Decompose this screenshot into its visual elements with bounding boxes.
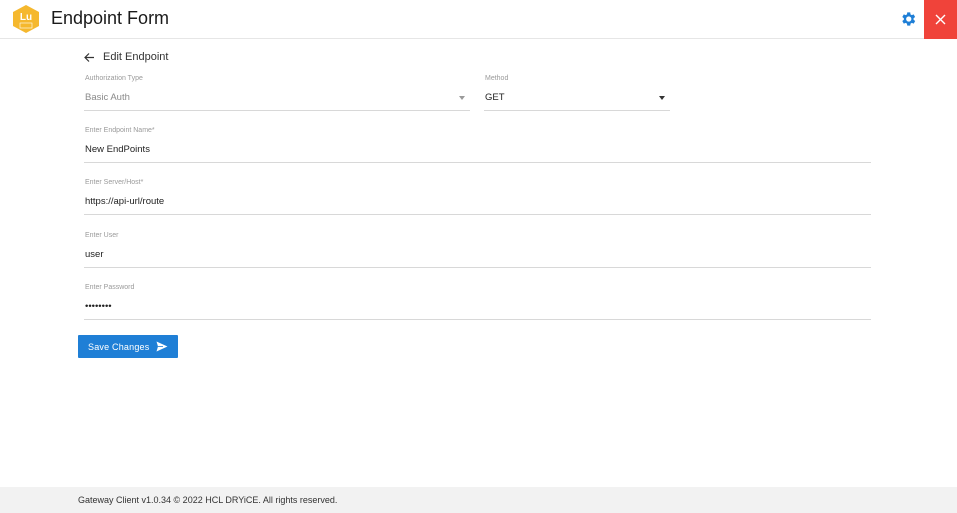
endpoint-name-value: New EndPoints — [85, 144, 150, 155]
divider — [84, 162, 871, 163]
divider — [484, 110, 670, 111]
send-icon — [156, 341, 168, 352]
footer-copyright: Gateway Client v1.0.34 © 2022 HCL DRYiCE… — [78, 495, 338, 505]
gear-icon[interactable] — [899, 10, 917, 28]
close-button[interactable] — [924, 0, 957, 39]
password-label: Enter Password — [85, 284, 135, 291]
save-changes-button[interactable]: Save Changes — [78, 335, 178, 358]
endpoint-name-label: Enter Endpoint Name* — [85, 127, 155, 134]
user-label: Enter User — [85, 232, 119, 239]
auth-type-value: Basic Auth — [85, 92, 130, 103]
app-logo-text: Lu — [20, 12, 32, 23]
divider — [84, 267, 871, 268]
save-changes-label: Save Changes — [88, 341, 150, 352]
chevron-down-icon — [459, 96, 465, 100]
title-bar: Lu Endpoint Form — [0, 0, 957, 39]
server-host-value: https://api-url/route — [85, 196, 165, 207]
back-button[interactable]: Edit Endpoint — [84, 49, 168, 65]
method-select[interactable]: Method GET — [484, 75, 670, 111]
password-value: •••••••• — [85, 301, 112, 312]
method-label: Method — [485, 75, 509, 82]
server-host-label: Enter Server/Host* — [85, 179, 144, 186]
arrow-left-icon — [84, 52, 94, 62]
page-title: Edit Endpoint — [103, 51, 169, 63]
chevron-down-icon — [659, 96, 665, 100]
server-host-field[interactable]: Enter Server/Host* https://api-url/route — [84, 179, 871, 215]
app-logo-icon: Lu — [13, 5, 39, 33]
user-value: user — [85, 249, 104, 260]
auth-type-select[interactable]: Authorization Type Basic Auth — [84, 75, 470, 111]
method-value: GET — [485, 92, 505, 103]
divider — [84, 214, 871, 215]
close-icon — [935, 14, 946, 25]
divider — [84, 319, 871, 320]
user-field[interactable]: Enter User user — [84, 232, 871, 268]
divider — [84, 110, 470, 111]
app-title: Endpoint Form — [51, 8, 170, 28]
footer: Gateway Client v1.0.34 © 2022 HCL DRYiCE… — [0, 487, 957, 513]
password-field[interactable]: Enter Password •••••••• — [84, 284, 871, 320]
endpoint-name-field[interactable]: Enter Endpoint Name* New EndPoints — [84, 127, 871, 163]
auth-type-label: Authorization Type — [85, 75, 143, 82]
